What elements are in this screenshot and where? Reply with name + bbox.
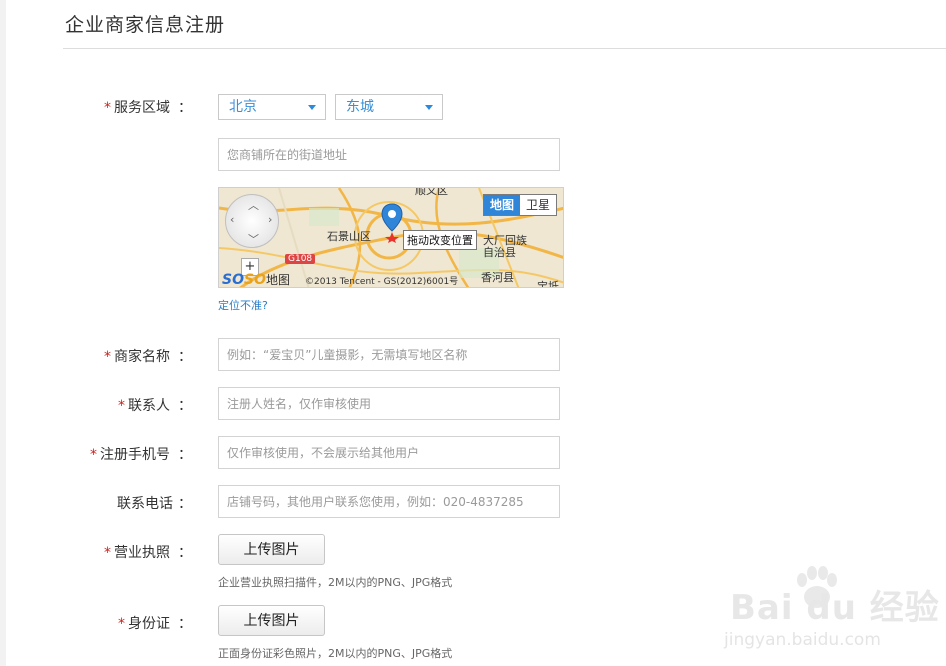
left-edge-strip: [0, 0, 6, 666]
title-divider: [63, 48, 946, 49]
colon: ：: [178, 496, 192, 512]
map-place-label: 石景山区: [327, 230, 371, 243]
tab-satellite[interactable]: 卫星: [520, 195, 556, 215]
map-place-label: 香河县: [481, 271, 514, 284]
page-title: 企业商家信息注册: [65, 14, 226, 36]
required-mark: *: [90, 447, 97, 463]
locate-inaccurate-link[interactable]: 定位不准?: [218, 297, 268, 313]
required-mark: *: [104, 349, 111, 365]
map-place-label: 顺义区: [415, 187, 448, 197]
required-mark: *: [118, 616, 125, 632]
upload-id-card-button[interactable]: 上传图片: [218, 605, 325, 636]
map-type-tabs: 地图 卫星: [482, 194, 557, 216]
district-select[interactable]: 东城: [335, 94, 443, 120]
id-card-hint: 正面身份证彩色照片，2M以内的PNG、JPG格式: [218, 647, 453, 660]
phone-label: 联系电话: [117, 496, 173, 512]
map-place-label: 自治县: [483, 246, 516, 259]
street-address-input[interactable]: [218, 138, 560, 171]
colon: ：: [178, 100, 192, 116]
required-mark: *: [104, 100, 111, 116]
map-pin-icon[interactable]: [381, 203, 403, 243]
phone-input[interactable]: [218, 485, 560, 518]
merchant-name-label: * 商家名称: [104, 349, 170, 365]
location-map[interactable]: 顺义区 石景山区 大厂回族 自治县 香河县 宝坻 ︿ ﹀ ‹ › + G108 …: [218, 187, 564, 288]
license-hint: 企业营业执照扫描件，2M以内的PNG、JPG格式: [218, 576, 453, 589]
road-badge: G108: [285, 254, 316, 264]
license-label: * 营业执照: [104, 545, 170, 561]
province-select[interactable]: 北京: [218, 94, 326, 120]
merchant-name-input[interactable]: [218, 338, 560, 371]
contact-label: * 联系人: [118, 398, 170, 414]
id-card-label: * 身份证: [118, 616, 170, 632]
colon: ：: [178, 349, 192, 365]
colon: ：: [178, 447, 192, 463]
pan-left-icon[interactable]: ‹: [230, 213, 234, 226]
required-mark: *: [104, 545, 111, 561]
watermark-text: Bai du 经验: [730, 588, 940, 628]
colon: ：: [178, 616, 192, 632]
pan-up-icon[interactable]: ︿: [248, 197, 259, 213]
watermark-url: jingyan.baidu.com: [724, 630, 881, 650]
dropdown-arrow-icon: [425, 105, 433, 110]
service-area-label: * 服务区域: [104, 100, 170, 116]
colon: ：: [178, 545, 192, 561]
colon: ：: [178, 398, 192, 414]
required-mark: *: [118, 398, 125, 414]
pan-down-icon[interactable]: ﹀: [248, 231, 259, 247]
map-copyright: ©2013 Tencent - GS(2012)6001号: [305, 277, 459, 287]
dropdown-arrow-icon: [308, 105, 316, 110]
map-place-label: 宝坻: [537, 280, 559, 288]
map-drag-tooltip: 拖动改变位置: [403, 230, 477, 250]
pan-right-icon[interactable]: ›: [268, 213, 272, 226]
mobile-input[interactable]: [218, 436, 560, 469]
soso-map-logo: SOSO地图: [222, 272, 290, 288]
map-pan-control[interactable]: ︿ ﹀ ‹ ›: [225, 194, 279, 248]
upload-license-button[interactable]: 上传图片: [218, 534, 325, 565]
tab-map[interactable]: 地图: [483, 195, 520, 215]
baidu-jingyan-watermark: Bai du 经验 jingyan.baidu.com: [722, 560, 946, 666]
mobile-label: * 注册手机号: [90, 447, 170, 463]
contact-name-input[interactable]: [218, 387, 560, 420]
